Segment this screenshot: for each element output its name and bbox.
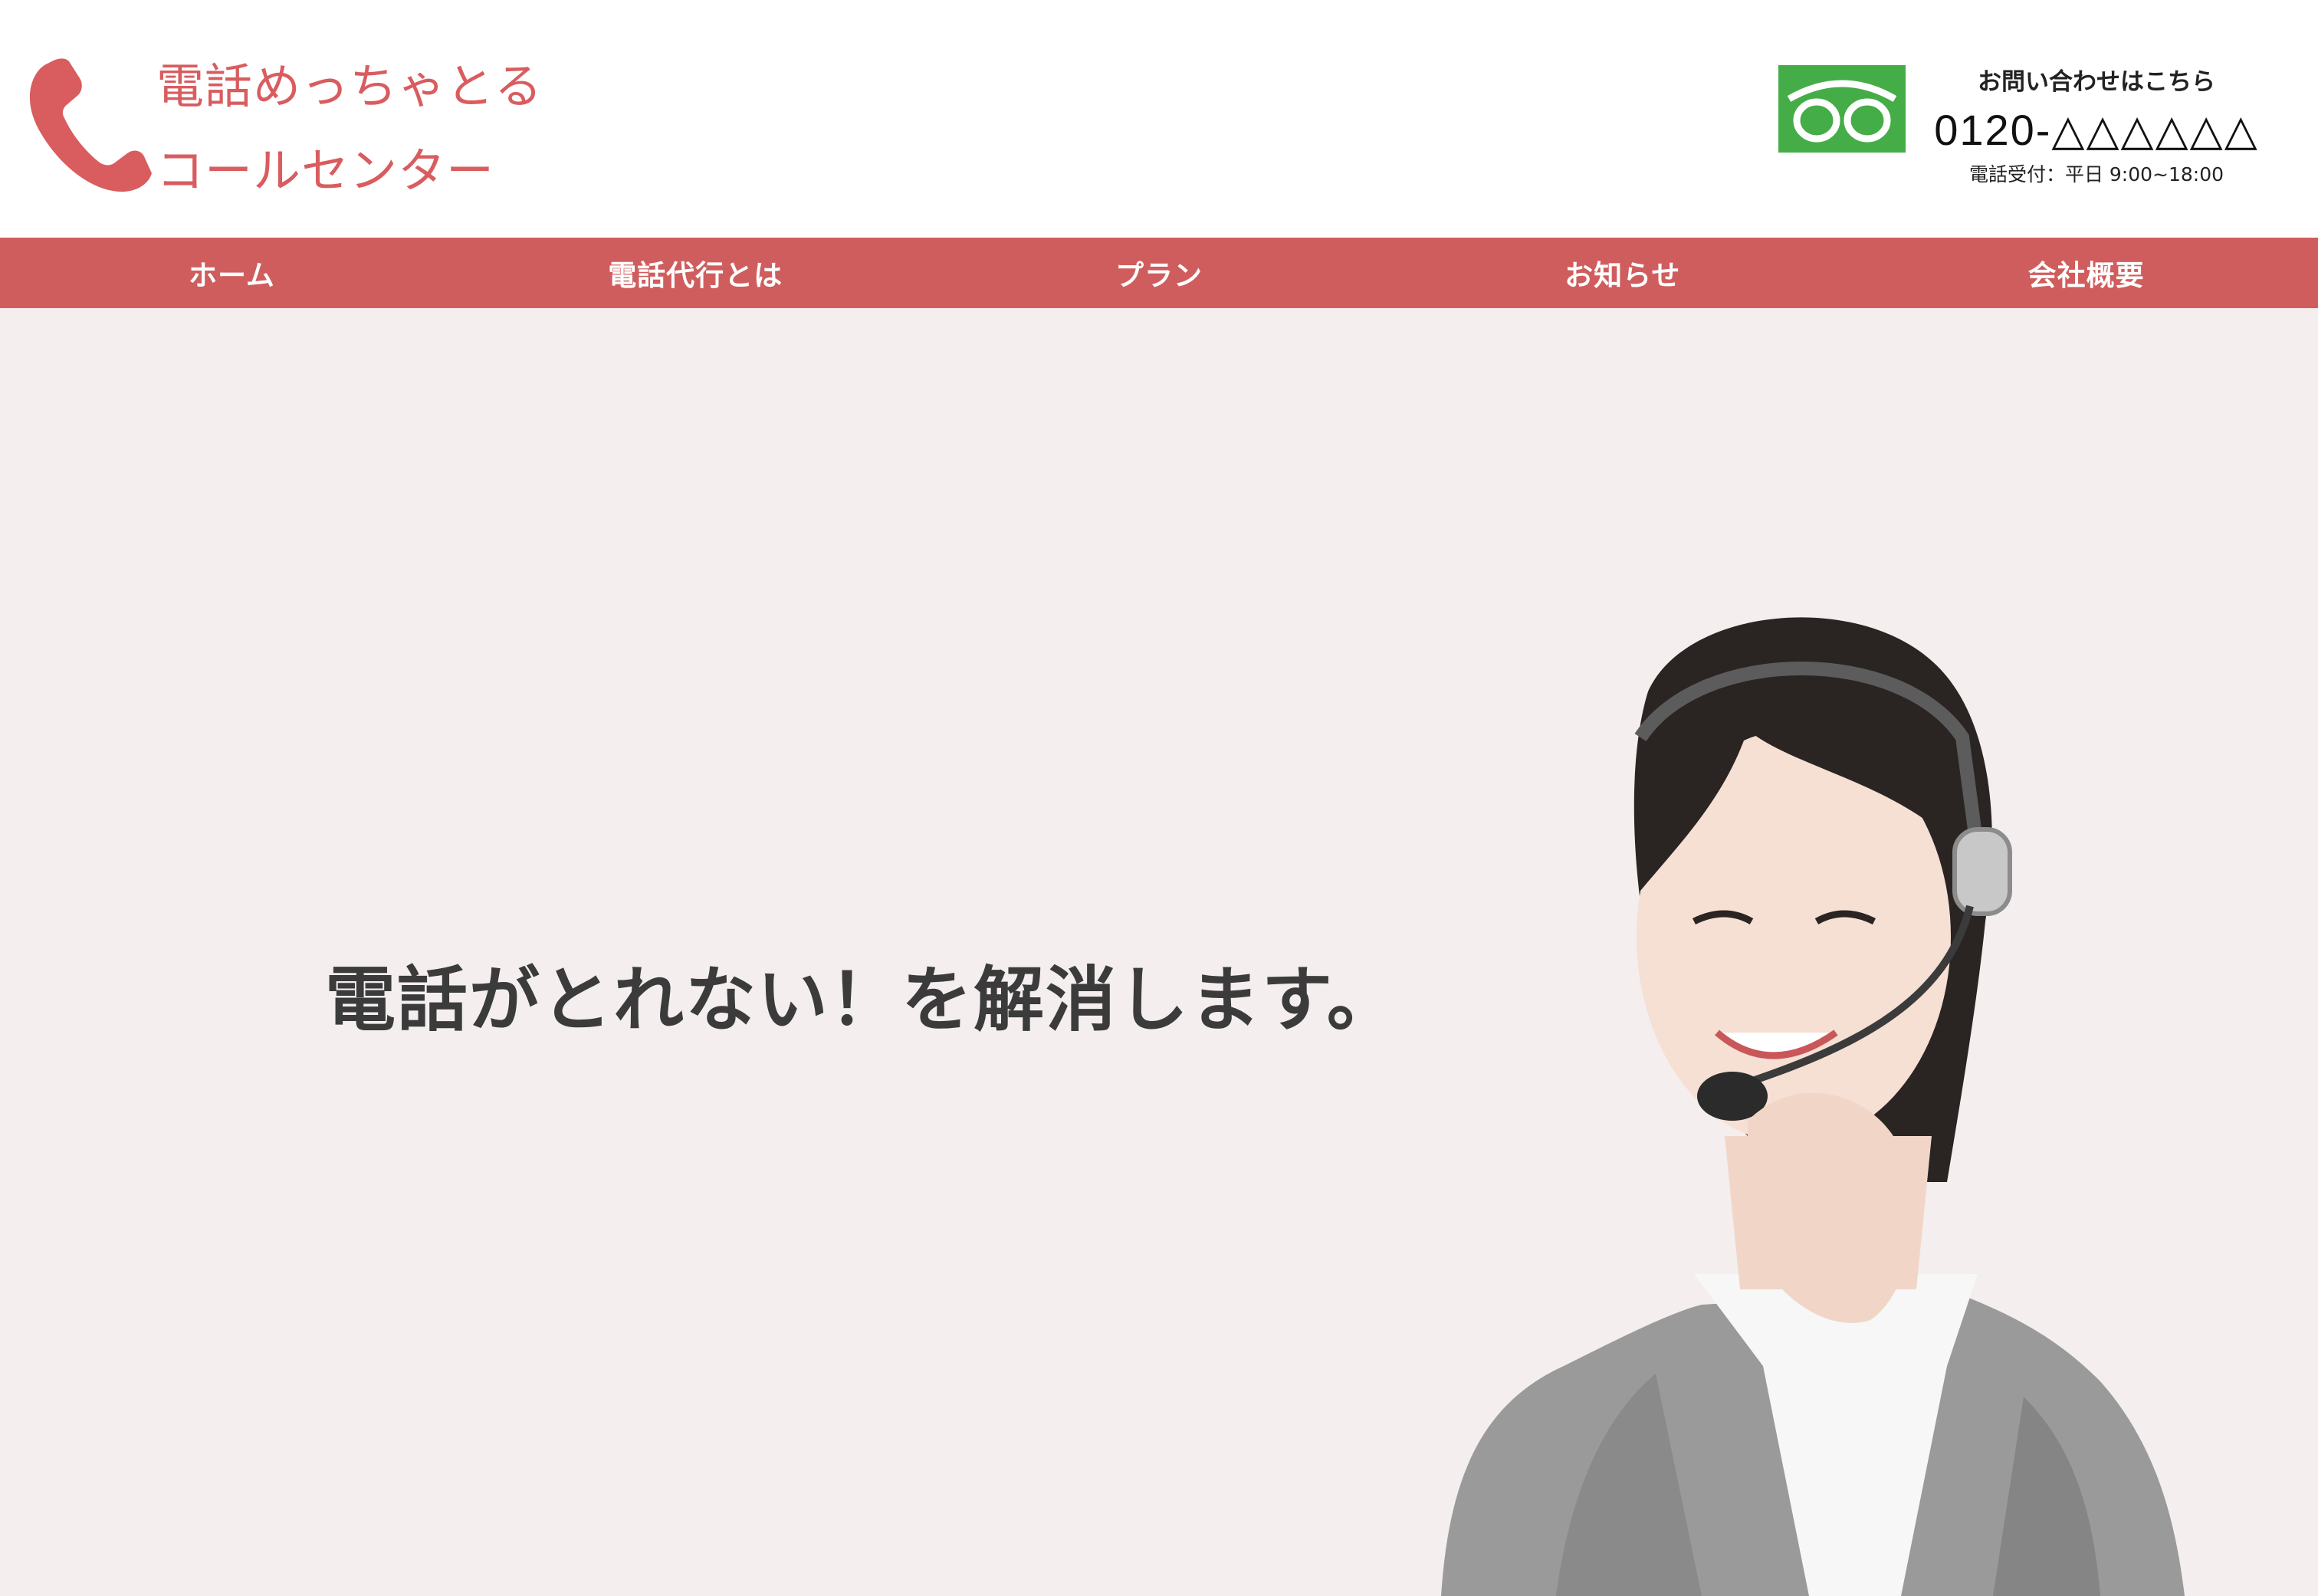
contact-info: お問い合わせはこちら 0120-△△△△△△ 電話受付：平日 9:00~18:0… — [1916, 61, 2277, 192]
hero-section: 電話がとれない！を解消します。 — [0, 308, 2318, 1596]
contact-hours: 電話受付：平日 9:00~18:00 — [1968, 163, 2224, 186]
nav-item-about-service[interactable]: 電話代行とは — [464, 238, 928, 308]
site-header: 電話めっちゃとる コールセンター お問い合わせはこちら 0120-△△△△△△ … — [0, 0, 2318, 238]
nav-item-company[interactable]: 会社概要 — [1854, 238, 2318, 308]
nav-item-plan[interactable]: プラン — [928, 238, 1391, 308]
contact-label: お問い合わせはこちら — [1978, 68, 2215, 96]
nav-item-home[interactable]: ホーム — [0, 238, 464, 308]
brand-line-1: 電話めっちゃとる — [156, 58, 543, 114]
brand-name[interactable]: 電話めっちゃとる コールセンター — [156, 44, 543, 213]
nav-item-news[interactable]: お知らせ — [1390, 238, 1854, 308]
contact-phone-number[interactable]: 0120-△△△△△△ — [1916, 103, 2277, 158]
brand-line-2: コールセンター — [156, 143, 495, 199]
hero-title: 電話がとれない！を解消します。 — [325, 959, 1399, 1041]
operator-photo — [1441, 617, 2185, 1596]
phone-handset-icon[interactable] — [26, 55, 153, 195]
freedial-icon — [1778, 65, 1906, 153]
main-nav: ホーム 電話代行とは プラン お知らせ 会社概要 — [0, 238, 2318, 308]
